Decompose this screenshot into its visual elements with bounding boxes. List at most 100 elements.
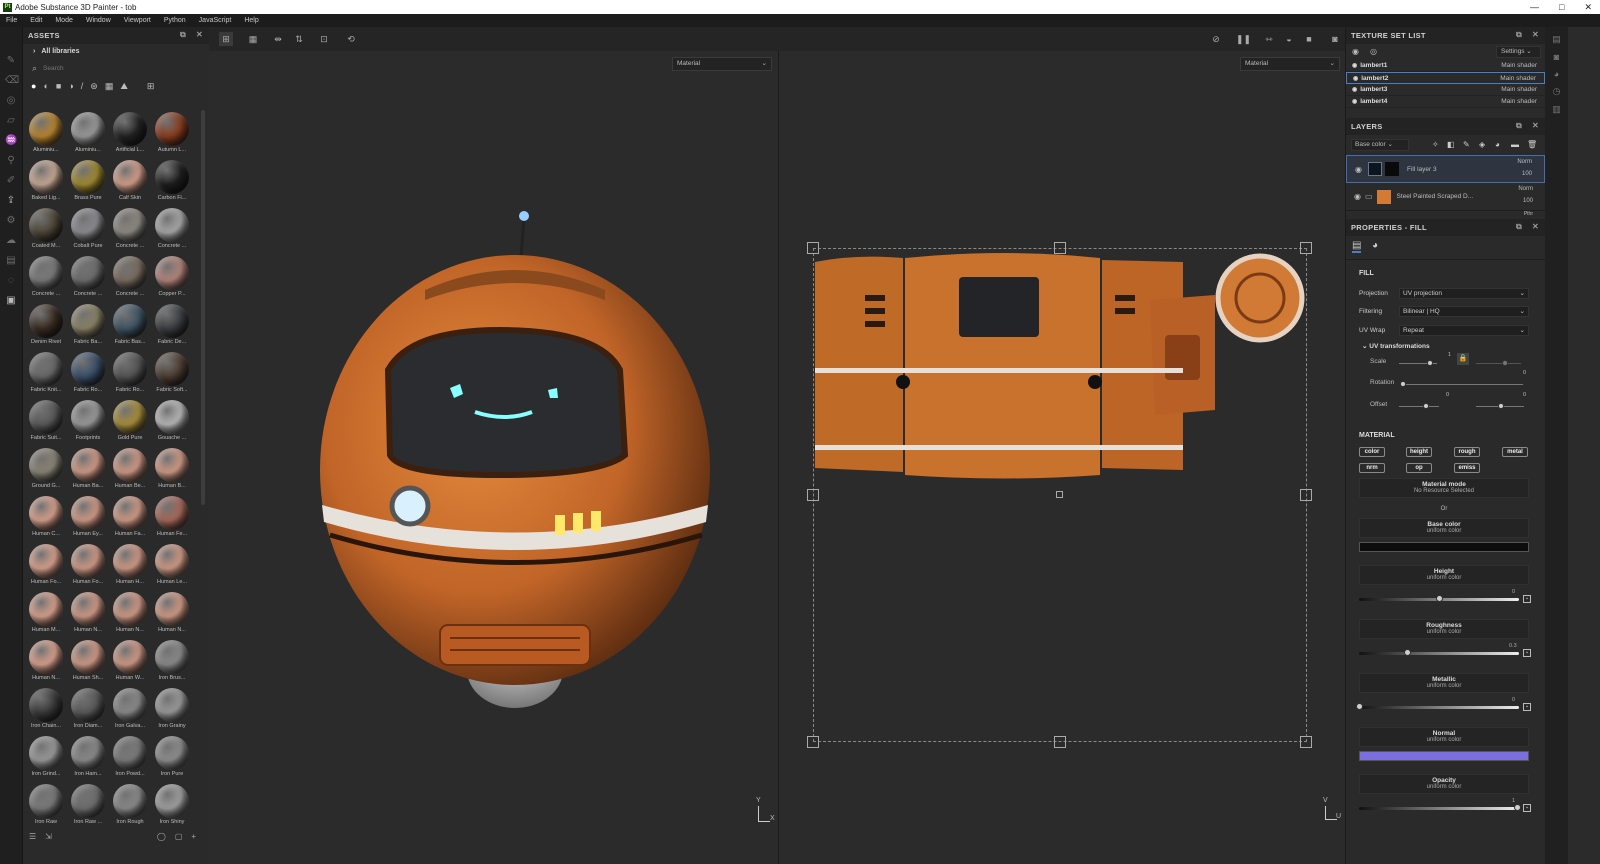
- shader-icon[interactable]: ▤: [5, 255, 17, 267]
- clone-icon[interactable]: ⚲: [5, 155, 17, 167]
- export-icon[interactable]: ⇪: [5, 195, 17, 207]
- asset-tile[interactable]: Human Fo...: [67, 544, 109, 585]
- settings-dropdown[interactable]: Settings ⌄: [1496, 46, 1541, 58]
- asset-tile[interactable]: Human Sh...: [67, 640, 109, 681]
- filter-environments-icon[interactable]: ⛰: [120, 81, 128, 92]
- asset-search[interactable]: ⌕ Search: [29, 60, 203, 76]
- normal-color-swatch[interactable]: [1359, 751, 1529, 761]
- asset-tile[interactable]: Iron Raw ...: [67, 784, 109, 825]
- channel-nrm-toggle[interactable]: nrm: [1359, 463, 1385, 473]
- filter-particles-icon[interactable]: ⊛: [90, 81, 98, 92]
- asset-tile[interactable]: Concrete ...: [109, 256, 151, 297]
- layer-visibility-icon[interactable]: ◉: [1354, 192, 1361, 201]
- swap-views-icon[interactable]: ⇅: [292, 32, 306, 46]
- visibility-icon[interactable]: ◉: [1352, 86, 1357, 93]
- roughness-slider[interactable]: [1359, 649, 1519, 656]
- shader-name[interactable]: Main shader: [1501, 62, 1537, 69]
- channel-height-toggle[interactable]: height: [1406, 447, 1432, 457]
- opacity-slot[interactable]: Opacity uniform color: [1359, 774, 1529, 794]
- layer-blend-mode[interactable]: Norm: [1518, 186, 1533, 192]
- camera-icon[interactable]: ■: [1302, 32, 1316, 46]
- robot-3d-model[interactable]: [300, 200, 740, 720]
- visibility-icon[interactable]: ◉: [1352, 98, 1357, 105]
- asset-tile[interactable]: Human N...: [109, 592, 151, 633]
- asset-tile[interactable]: Human H...: [109, 544, 151, 585]
- pause-icon[interactable]: ❚❚: [1236, 32, 1251, 46]
- texture-set-row[interactable]: ◉ lambert4 Main shader: [1346, 96, 1545, 108]
- asset-tile[interactable]: Calf Skin: [109, 160, 151, 201]
- asset-tile[interactable]: Human M...: [25, 592, 67, 633]
- material-mode-slot[interactable]: Material mode No Resource Selected: [1359, 478, 1529, 498]
- asset-tile[interactable]: Human Be...: [109, 448, 151, 489]
- channel-op-toggle[interactable]: op: [1406, 463, 1432, 473]
- material-tab-icon[interactable]: ◕: [1372, 240, 1378, 251]
- uv-handle-center[interactable]: [1056, 491, 1063, 498]
- asset-tile[interactable]: Human N...: [67, 592, 109, 633]
- texture-set-row[interactable]: ◉ lambert3 Main shader: [1346, 84, 1545, 96]
- asset-tile[interactable]: Autumn L...: [151, 112, 193, 153]
- uv-handle-br[interactable]: [1300, 736, 1312, 748]
- asset-tile[interactable]: Human C...: [25, 496, 67, 537]
- mask-icon[interactable]: ◧: [1447, 140, 1455, 149]
- fill-tab-icon[interactable]: ▤: [1352, 240, 1362, 253]
- asset-tile[interactable]: Aluminiu...: [25, 112, 67, 153]
- uv-handle-bl[interactable]: [807, 736, 819, 748]
- viewport-divider[interactable]: [778, 51, 779, 864]
- offset-v-slider[interactable]: [1476, 403, 1524, 409]
- asset-tile[interactable]: Brass Pure: [67, 160, 109, 201]
- layer-visibility-icon[interactable]: ◉: [1355, 165, 1362, 174]
- asset-tile[interactable]: Ground G...: [25, 448, 67, 489]
- undock-icon[interactable]: ⧉: [1516, 222, 1522, 232]
- view-3d-icon[interactable]: ▦: [246, 32, 260, 46]
- normal-slot[interactable]: Normal uniform color: [1359, 727, 1529, 747]
- filter-smart-materials-icon[interactable]: ◐: [43, 81, 48, 91]
- asset-tile[interactable]: Iron Raw: [25, 784, 67, 825]
- menu-edit[interactable]: Edit: [30, 17, 42, 24]
- grid-view-icon[interactable]: ⊞: [147, 81, 155, 92]
- filter-textures-icon[interactable]: ■: [56, 81, 61, 91]
- visibility-icon[interactable]: ◉: [1352, 62, 1357, 69]
- asset-tile[interactable]: Gold Pure: [109, 400, 151, 441]
- asset-tile[interactable]: Human N...: [25, 640, 67, 681]
- shader-name[interactable]: Main shader: [1500, 75, 1536, 82]
- asset-tile[interactable]: Denim Rivet: [25, 304, 67, 345]
- uv-handle-ml[interactable]: [807, 489, 819, 501]
- asset-tile[interactable]: Copper P...: [151, 256, 193, 297]
- base-color-slot[interactable]: Base color uniform color: [1359, 518, 1529, 538]
- asset-tile[interactable]: Iron Shiny: [151, 784, 193, 825]
- filter-alphas-icon[interactable]: ▦: [105, 81, 114, 92]
- asset-tile[interactable]: Fabric Ro...: [67, 352, 109, 393]
- iray-off-icon[interactable]: ⊘: [1209, 32, 1223, 46]
- undock-icon[interactable]: ⧉: [1516, 30, 1522, 40]
- asset-tile[interactable]: Human Fo...: [25, 544, 67, 585]
- asset-tile[interactable]: Human B...: [151, 448, 193, 489]
- metallic-slider[interactable]: [1356, 703, 1519, 710]
- asset-tile[interactable]: Coated M...: [25, 208, 67, 249]
- layer-name[interactable]: Fill layer 3: [1407, 166, 1437, 173]
- asset-tile[interactable]: Human Fe...: [151, 496, 193, 537]
- channel-emiss-toggle[interactable]: emiss: [1454, 463, 1480, 473]
- list-view-icon[interactable]: ☰: [29, 832, 36, 841]
- asset-tile[interactable]: Footprints: [67, 400, 109, 441]
- undock-icon[interactable]: ⧉: [1516, 121, 1522, 131]
- base-color-swatch[interactable]: [1359, 542, 1529, 552]
- asset-tile[interactable]: Human Ey...: [67, 496, 109, 537]
- channel-metal-toggle[interactable]: metal: [1502, 447, 1528, 457]
- asset-tile[interactable]: Iron Grainy: [151, 688, 193, 729]
- refresh-icon[interactable]: ◯: [157, 832, 166, 841]
- shader-name[interactable]: Main shader: [1501, 86, 1537, 93]
- symmetry-icon[interactable]: ⇿: [1262, 32, 1276, 46]
- asset-tile[interactable]: Fabric Knit...: [25, 352, 67, 393]
- visibility-icon[interactable]: ◉: [1353, 75, 1358, 82]
- texture-set-row[interactable]: ◉ lambert1 Main shader: [1346, 60, 1545, 72]
- asset-tile[interactable]: Iron Powd...: [109, 736, 151, 777]
- fit-view-icon[interactable]: ⊡: [317, 32, 331, 46]
- add-fill-layer-icon[interactable]: ◈: [1479, 140, 1485, 149]
- texture-set-row[interactable]: ◉ lambert2 Main shader: [1346, 72, 1545, 84]
- layer-blend-mode[interactable]: Norm: [1517, 159, 1532, 165]
- environment-icon[interactable]: ◒: [1282, 32, 1296, 46]
- history-icon[interactable]: ◌: [5, 275, 17, 287]
- add-paint-layer-icon[interactable]: ✎: [1463, 140, 1470, 149]
- metallic-slot[interactable]: Metallic uniform color: [1359, 673, 1529, 693]
- filtering-dropdown[interactable]: Bilinear | HQ ⌄: [1399, 305, 1529, 317]
